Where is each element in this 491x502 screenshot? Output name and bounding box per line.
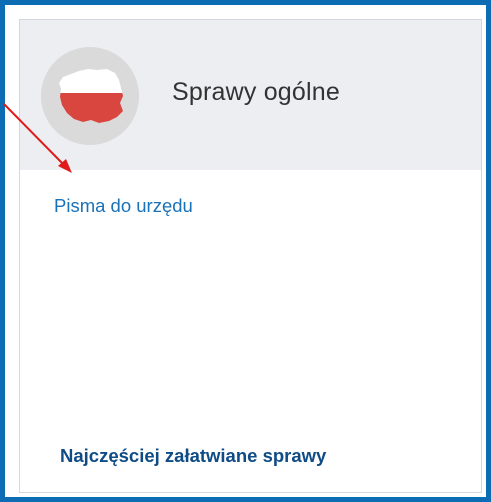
category-tile: Sprawy ogólne Pisma do urzędu Najczęście… [19, 19, 482, 493]
highlight-frame: Sprawy ogólne Pisma do urzędu Najczęście… [0, 0, 491, 502]
common-matters-link[interactable]: Najczęściej załatwiane sprawy [60, 445, 326, 467]
tile-title: Sprawy ogólne [172, 78, 340, 106]
poland-map-icon [41, 47, 139, 145]
tile-header: Sprawy ogólne [20, 20, 481, 170]
pisma-do-urzedu-link[interactable]: Pisma do urzędu [54, 195, 193, 217]
